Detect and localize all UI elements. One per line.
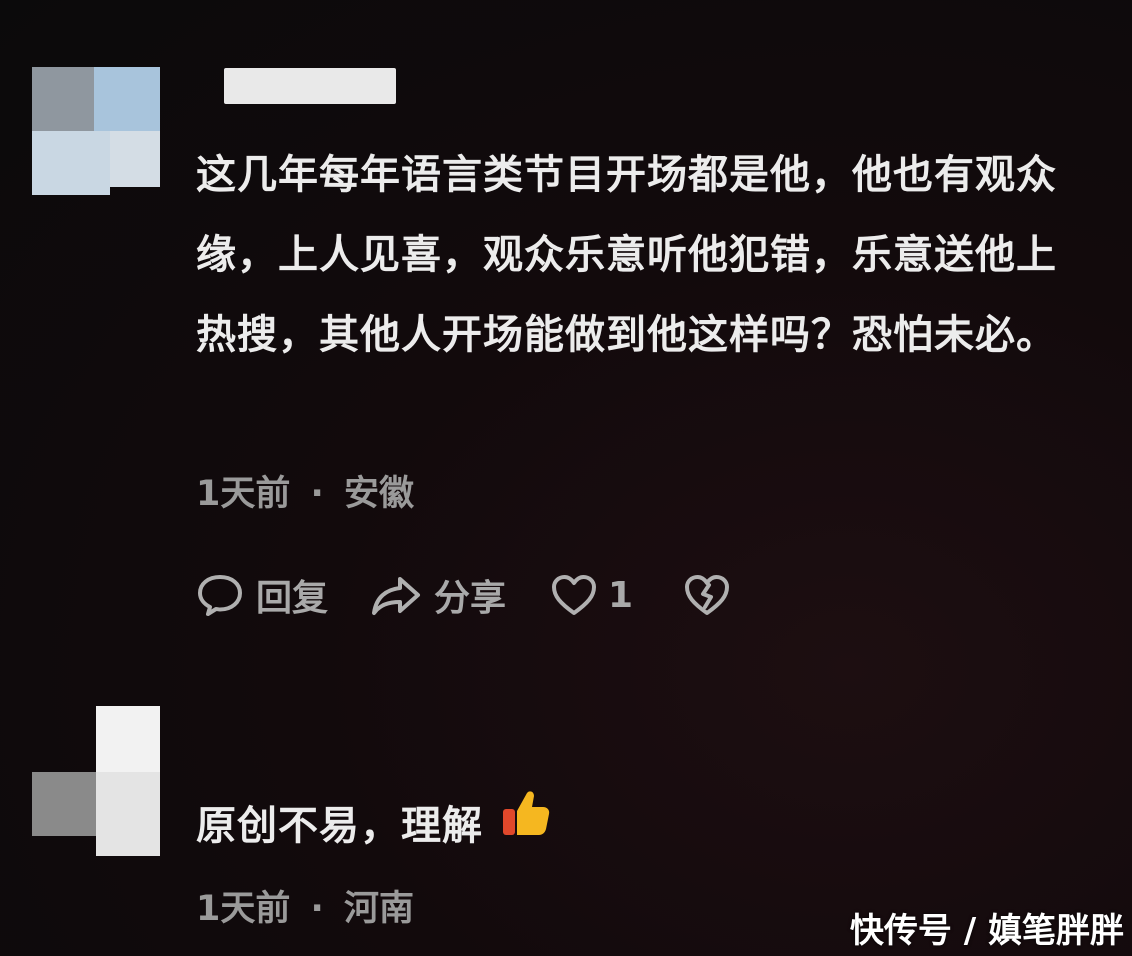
meta-separator: ·: [310, 474, 324, 514]
username-redacted[interactable]: [224, 68, 396, 104]
dislike-button[interactable]: [683, 573, 731, 617]
reply-button[interactable]: 回复: [196, 569, 328, 621]
thumbs-up-emoji: [501, 786, 551, 866]
meta-separator: ·: [310, 889, 324, 929]
avatar[interactable]: [20, 706, 160, 856]
comment-actions: 回复 分享 1: [196, 570, 731, 620]
avatar-block: [32, 131, 110, 195]
like-button[interactable]: 1: [550, 573, 633, 617]
avatar-block: [32, 772, 96, 836]
share-button[interactable]: 分享: [370, 569, 506, 621]
comment-meta: 1天前 · 河南: [196, 880, 414, 931]
like-count: 1: [608, 574, 634, 616]
comment-text: 原创不易，理解: [196, 786, 1096, 866]
avatar-block: [94, 67, 160, 131]
comment-location: 河南: [344, 889, 415, 929]
comment-text-content: 原创不易，理解: [196, 803, 483, 849]
comment-time: 1天前: [196, 474, 291, 514]
comment-text: 这几年每年语言类节目开场都是他，他也有观众缘，上人见喜，观众乐意听他犯错，乐意送…: [196, 152, 1057, 358]
avatar-block: [96, 772, 160, 856]
avatar[interactable]: [32, 67, 160, 195]
avatar-block: [96, 706, 160, 772]
comment-location: 安徽: [344, 474, 415, 514]
reply-icon: [196, 573, 244, 617]
comment-time: 1天前: [196, 889, 291, 929]
avatar-block: [32, 67, 94, 131]
share-icon: [370, 573, 422, 617]
dislike-broken-heart-icon: [683, 573, 731, 617]
avatar-block: [110, 131, 160, 187]
comment-meta: 1天前 · 安徽: [196, 465, 414, 516]
watermark: 快传号 / 嫃笔胖胖: [849, 911, 1124, 951]
like-heart-icon: [550, 573, 598, 617]
reply-label: 回复: [256, 578, 329, 619]
share-label: 分享: [434, 578, 507, 619]
